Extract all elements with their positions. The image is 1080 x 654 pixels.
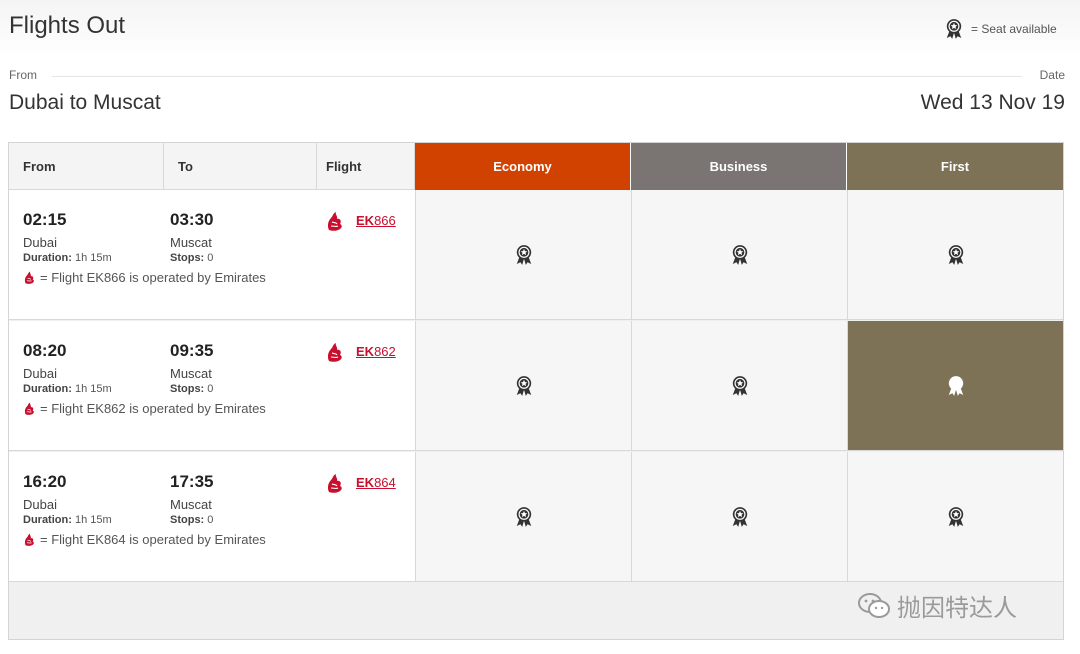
header-economy[interactable]: Economy <box>415 143 631 190</box>
duration-label: Duration: <box>23 383 72 395</box>
operated-text: = Flight EK866 is operated by Emirates <box>40 270 266 285</box>
economy-seat-cell[interactable] <box>415 190 631 320</box>
flight-number-link[interactable]: EK866 <box>356 213 396 228</box>
duration-value: 1h 15m <box>74 383 112 395</box>
seat-available-icon <box>731 375 749 397</box>
arrival-city: Muscat <box>170 235 212 250</box>
watermark: 抛因特达人 <box>857 588 1017 623</box>
flight-number: 864 <box>374 475 396 490</box>
stops: Stops: 0 <box>170 514 213 526</box>
flight-number-link[interactable]: EK862 <box>356 344 396 359</box>
business-seat-cell[interactable] <box>631 452 847 582</box>
stops-label: Stops: <box>170 514 205 526</box>
first-seat-cell-selected[interactable] <box>847 321 1063 451</box>
stops-value: 0 <box>207 383 214 395</box>
seat-legend: = Seat available <box>945 18 1057 40</box>
stops-label: Stops: <box>170 383 205 395</box>
arrival-time: 09:35 <box>170 341 214 360</box>
first-seat-cell[interactable] <box>847 190 1063 320</box>
flight-number-link[interactable]: EK864 <box>356 475 396 490</box>
duration-label: Duration: <box>23 252 72 264</box>
emirates-logo-icon <box>325 210 345 232</box>
arrival-time: 17:35 <box>170 472 214 491</box>
stops-value: 0 <box>207 252 214 264</box>
flight-prefix: EK <box>356 475 375 490</box>
emirates-logo-icon <box>325 341 345 363</box>
operated-by-note: = Flight EK862 is operated by Emirates <box>23 401 266 416</box>
departure-time: 02:15 <box>23 210 67 229</box>
header-business[interactable]: Business <box>631 143 847 190</box>
seat-available-icon <box>515 506 533 528</box>
duration: Duration: 1h 15m <box>23 514 112 526</box>
watermark-text: 抛因特达人 <box>897 595 1017 622</box>
seat-available-icon <box>947 506 965 528</box>
flight-number: 862 <box>374 344 396 359</box>
duration-label: Duration: <box>23 514 72 526</box>
duration-value: 1h 15m <box>74 514 112 526</box>
flight-row: 02:15 Dubai Duration: 1h 15m 03:30 Musca… <box>9 190 1063 320</box>
operated-text: = Flight EK864 is operated by Emirates <box>40 532 266 547</box>
seat-available-icon <box>515 244 533 266</box>
page-title: Flights Out <box>9 12 126 39</box>
flight-number: 866 <box>374 213 396 228</box>
duration: Duration: 1h 15m <box>23 383 112 395</box>
duration-value: 1h 15m <box>74 252 112 264</box>
flight-info: 08:20 Dubai Duration: 1h 15m 09:35 Musca… <box>9 321 415 451</box>
departure-time: 08:20 <box>23 341 67 360</box>
economy-seat-cell[interactable] <box>415 452 631 582</box>
seat-available-icon <box>731 244 749 266</box>
departure-time: 16:20 <box>23 472 67 491</box>
route-title: Dubai to Muscat <box>9 91 161 114</box>
operated-text: = Flight EK862 is operated by Emirates <box>40 401 266 416</box>
header-first[interactable]: First <box>847 143 1063 190</box>
seat-available-icon <box>947 244 965 266</box>
flight-prefix: EK <box>356 213 375 228</box>
emirates-logo-icon <box>325 472 345 494</box>
flight-row: 08:20 Dubai Duration: 1h 15m 09:35 Musca… <box>9 321 1063 451</box>
header-to: To <box>164 143 317 190</box>
duration: Duration: 1h 15m <box>23 252 112 264</box>
header-flight: Flight <box>317 143 415 190</box>
date-label: Date <box>1039 68 1065 82</box>
stops: Stops: 0 <box>170 252 213 264</box>
divider <box>52 76 1022 77</box>
arrival-city: Muscat <box>170 497 212 512</box>
seat-available-icon <box>731 506 749 528</box>
arrival-time: 03:30 <box>170 210 214 229</box>
emirates-logo-icon <box>23 532 36 547</box>
flight-row: 16:20 Dubai Duration: 1h 15m 17:35 Musca… <box>9 452 1063 582</box>
departure-city: Dubai <box>23 235 57 250</box>
flight-prefix: EK <box>356 344 375 359</box>
seat-available-icon <box>515 375 533 397</box>
legend-text: = Seat available <box>971 22 1057 36</box>
emirates-logo-icon <box>23 270 36 285</box>
header-from: From <box>9 143 164 190</box>
business-seat-cell[interactable] <box>631 321 847 451</box>
stops-value: 0 <box>207 514 214 526</box>
arrival-city: Muscat <box>170 366 212 381</box>
stops: Stops: 0 <box>170 383 213 395</box>
economy-seat-cell[interactable] <box>415 321 631 451</box>
departure-city: Dubai <box>23 497 57 512</box>
header-band <box>0 0 1080 60</box>
wechat-icon <box>858 592 890 618</box>
flight-info: 02:15 Dubai Duration: 1h 15m 03:30 Musca… <box>9 190 415 320</box>
first-seat-cell[interactable] <box>847 452 1063 582</box>
departure-city: Dubai <box>23 366 57 381</box>
travel-date: Wed 13 Nov 19 <box>920 91 1065 114</box>
operated-by-note: = Flight EK866 is operated by Emirates <box>23 270 266 285</box>
seat-available-icon <box>947 375 965 397</box>
stops-label: Stops: <box>170 252 205 264</box>
flights-table: From To Flight Economy Business First 02… <box>8 142 1064 640</box>
from-label: From <box>9 68 37 82</box>
business-seat-cell[interactable] <box>631 190 847 320</box>
operated-by-note: = Flight EK864 is operated by Emirates <box>23 532 266 547</box>
flight-info: 16:20 Dubai Duration: 1h 15m 17:35 Musca… <box>9 452 415 582</box>
emirates-logo-icon <box>23 401 36 416</box>
seat-available-icon <box>945 18 963 40</box>
